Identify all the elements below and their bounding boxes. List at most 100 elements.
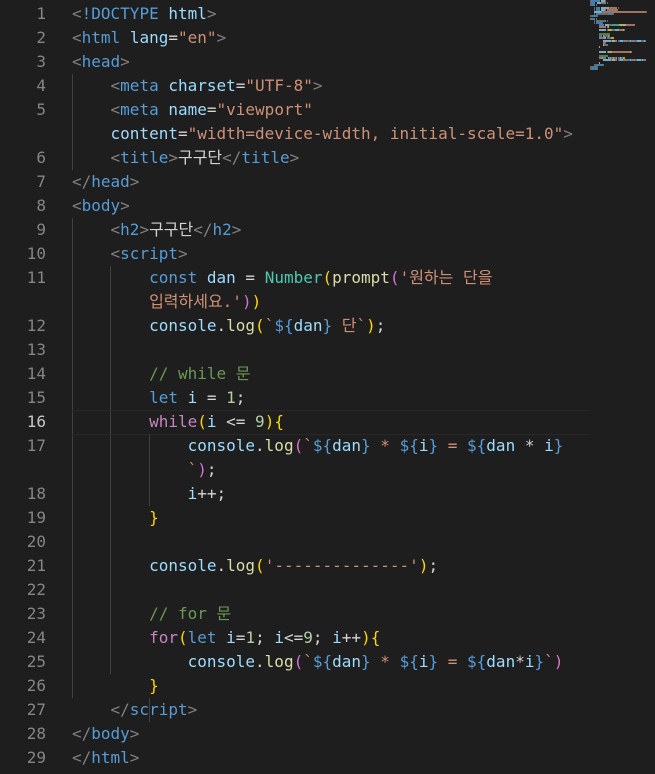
code-text[interactable]: }	[72, 506, 159, 530]
code-text[interactable]: i++;	[72, 482, 227, 506]
code-line-19[interactable]: 19 }	[0, 506, 655, 530]
code-line-17[interactable]: 17 console.log(`${dan} * ${i} = ${dan * …	[0, 434, 655, 458]
code-token: *	[370, 652, 400, 671]
code-text[interactable]: console.log(`${dan} 단`);	[72, 314, 385, 338]
code-token: (	[255, 316, 265, 335]
code-token: ${	[312, 652, 333, 671]
code-text[interactable]: console.log(`${dan} * ${i} = ${dan*i}`)	[72, 650, 564, 674]
code-text[interactable]: <meta charset="UTF-8">	[72, 74, 323, 98]
code-line-1[interactable]: 1 <!DOCTYPE html>	[0, 2, 655, 26]
code-line-10[interactable]: 10 <script>	[0, 242, 655, 266]
code-token: // for 문	[149, 604, 232, 623]
code-token: </	[222, 148, 242, 167]
line-number: 8	[36, 196, 46, 215]
minimap-token	[627, 24, 636, 27]
minimap-token	[646, 11, 648, 13]
code-line-wrap[interactable]: content="width=device-width, initial-sca…	[0, 122, 655, 146]
code-token: name	[168, 100, 207, 119]
code-text[interactable]: <body>	[72, 194, 130, 218]
code-text[interactable]: // for 문	[72, 602, 231, 626]
code-line-14[interactable]: 14 // while 문	[0, 362, 655, 386]
code-token: )	[241, 292, 252, 311]
code-line-4[interactable]: 4 <meta charset="UTF-8">	[0, 74, 655, 98]
code-token: 구구단	[177, 148, 223, 167]
code-token: `	[303, 436, 313, 455]
line-number: 26	[26, 676, 46, 695]
code-editor[interactable]: 1 <!DOCTYPE html> 2 <html lang="en"> 3 <head>…	[0, 0, 655, 774]
code-text[interactable]: for(let i=1; i<=9; i++){	[72, 626, 380, 650]
code-token: }	[322, 316, 333, 335]
code-token: log	[226, 316, 256, 335]
code-line-wrap[interactable]: 입력하세요.'))	[0, 290, 655, 314]
code-text[interactable]: <meta name="viewport"	[72, 98, 313, 122]
code-token: "viewport"	[216, 100, 313, 119]
code-line-wrap[interactable]: `);	[0, 458, 655, 482]
code-line-16[interactable]: 16 while(i <= 9){	[0, 410, 655, 435]
code-line-7[interactable]: 7 </head>	[0, 170, 655, 194]
code-line-29[interactable]: 29 </html>	[0, 746, 655, 770]
code-token: </	[110, 700, 130, 719]
code-text[interactable]: }	[72, 674, 159, 698]
code-text[interactable]: content="width=device-width, initial-sca…	[72, 122, 573, 146]
code-text[interactable]: <head>	[72, 50, 130, 74]
code-token: <	[110, 148, 121, 167]
code-token: }	[428, 652, 439, 671]
code-token: 1	[245, 628, 256, 647]
code-text[interactable]: let i = 1;	[72, 386, 245, 410]
code-text[interactable]: </head>	[72, 170, 139, 194]
code-line-26[interactable]: 26 }	[0, 674, 655, 698]
minimap[interactable]	[590, 0, 650, 71]
code-text[interactable]: `);	[72, 458, 217, 482]
code-line-15[interactable]: 15 let i = 1;	[0, 386, 655, 410]
code-token: <	[110, 244, 121, 263]
code-text[interactable]: </html>	[72, 746, 139, 770]
code-line-21[interactable]: 21 console.log('--------------');	[0, 554, 655, 578]
code-line-9[interactable]: 9 <h2>구구단</h2>	[0, 218, 655, 242]
code-token: =	[438, 652, 468, 671]
minimap-token	[598, 28, 607, 31]
code-line-6[interactable]: 6 <title>구구단</title>	[0, 146, 655, 170]
minimap-token	[603, 59, 611, 62]
code-line-18[interactable]: 18 i++;	[0, 482, 655, 506]
code-token: }	[149, 676, 159, 695]
code-token: i	[187, 388, 198, 407]
code-text[interactable]: <title>구구단</title>	[72, 146, 300, 170]
code-text[interactable]: // while 문	[72, 362, 250, 386]
code-token: let	[187, 628, 217, 647]
code-text[interactable]: <script>	[72, 242, 188, 266]
code-line-11[interactable]: 11 const dan = Number(prompt('원하는 단을	[0, 266, 655, 290]
code-line-22[interactable]: 22	[0, 578, 655, 602]
code-line-12[interactable]: 12 console.log(`${dan} 단`);	[0, 314, 655, 338]
code-text[interactable]: <html lang="en">	[72, 26, 226, 50]
code-token: .	[216, 316, 227, 335]
minimap-token	[612, 24, 619, 27]
code-line-28[interactable]: 28 </body>	[0, 722, 655, 746]
code-line-20[interactable]: 20	[0, 530, 655, 554]
code-text[interactable]: console.log('--------------');	[72, 554, 438, 578]
code-line-24[interactable]: 24 for(let i=1; i<=9; i++){	[0, 626, 655, 650]
code-text[interactable]: <h2>구구단</h2>	[72, 218, 242, 242]
code-text[interactable]: <!DOCTYPE html>	[72, 2, 217, 26]
code-text[interactable]: while(i <= 9){	[72, 410, 284, 434]
code-line-8[interactable]: 8 <body>	[0, 194, 655, 218]
code-token: meta	[120, 76, 159, 95]
code-line-13[interactable]: 13	[0, 338, 655, 362]
code-text[interactable]: const dan = Number(prompt('원하는 단을	[72, 266, 492, 290]
code-line-2[interactable]: 2 <html lang="en">	[0, 26, 655, 50]
code-token: log	[226, 556, 256, 575]
code-line-23[interactable]: 23 // for 문	[0, 602, 655, 626]
code-line-5[interactable]: 5 <meta name="viewport"	[0, 98, 655, 122]
minimap-token	[596, 68, 598, 71]
code-text[interactable]: </script>	[72, 698, 198, 722]
code-text[interactable]: </body>	[72, 722, 139, 746]
code-line-27[interactable]: 27 </script>	[0, 698, 655, 722]
code-line-25[interactable]: 25 console.log(`${dan} * ${i} = ${dan*i}…	[0, 650, 655, 674]
code-text[interactable]: console.log(`${dan} * ${i} = ${dan * i}	[72, 434, 564, 458]
code-line-3[interactable]: 3 <head>	[0, 50, 655, 74]
code-text[interactable]: 입력하세요.'))	[72, 290, 261, 314]
